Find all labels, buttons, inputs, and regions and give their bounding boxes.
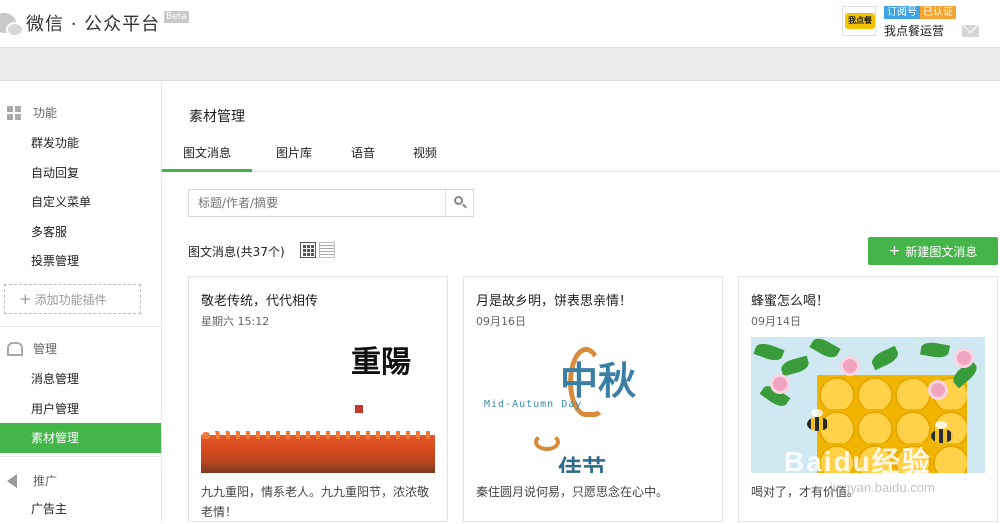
subscription-badge: 订阅号 — [884, 6, 920, 19]
page-title: 素材管理 — [189, 109, 245, 125]
leaf — [869, 345, 901, 371]
new-article-label: 新建图文消息 — [905, 244, 978, 259]
plus-icon: + — [19, 290, 32, 308]
tray-icon — [7, 341, 23, 356]
flower — [843, 359, 857, 373]
add-plugin-button[interactable]: + 添加功能插件 — [4, 284, 141, 314]
leaf — [919, 340, 951, 360]
leaf — [753, 340, 785, 364]
autumn-trees — [201, 431, 435, 473]
sidebar-item-auto-reply[interactable]: 自动回复 — [0, 158, 161, 188]
account-avatar[interactable]: 我点餐 — [842, 6, 876, 36]
bee — [807, 417, 829, 431]
tab-news[interactable]: 图文消息 — [162, 142, 252, 172]
sidebar-item-advertiser[interactable]: 广告主 — [0, 494, 161, 524]
sidebar-section-manage: 管理 — [0, 340, 57, 357]
tab-bar: 图文消息 图片库 语音 视频 — [162, 142, 1000, 172]
search-button[interactable] — [445, 190, 473, 216]
wechat-icon — [0, 8, 22, 38]
account-name[interactable]: 我点餐运营 — [884, 22, 944, 39]
leaf — [779, 355, 811, 377]
seal-stamp — [355, 405, 363, 413]
article-card[interactable]: 月是故乡明，饼表思亲情！ 09月16日 Mid-Autumn Day 中秋 佳节… — [463, 276, 723, 522]
sidebar-item-vote[interactable]: 投票管理 — [0, 246, 161, 276]
sidebar-divider — [0, 326, 161, 327]
card-title[interactable]: 敬老传统，代代相传 — [201, 290, 318, 309]
cover-calligraphy: 重陽 — [351, 345, 411, 380]
flower — [957, 351, 971, 365]
sidebar-section-label: 管理 — [33, 342, 58, 356]
search-box — [188, 189, 474, 217]
cover-ornament — [534, 433, 560, 451]
flower — [931, 383, 945, 397]
top-bar: 微信 · 公众平台 Beta 我点餐 订阅号 已认证 我点餐运营 — [0, 0, 1000, 48]
bee-wing — [935, 421, 947, 429]
tab-video[interactable]: 视频 — [400, 142, 450, 172]
list-view-icon[interactable] — [319, 242, 335, 258]
item-count: 图文消息(共37个) — [188, 245, 285, 259]
sidebar-section-label: 功能 — [33, 106, 58, 120]
cover-calligraphy-small: 佳节 — [558, 454, 606, 473]
megaphone-icon — [7, 473, 17, 488]
grid-icon — [7, 105, 23, 120]
verified-badge: 已认证 — [920, 6, 956, 19]
logo-text: 微信 · 公众平台 — [26, 14, 161, 35]
avatar-logo-text: 我点餐 — [845, 13, 875, 29]
sidebar-item-users[interactable]: 用户管理 — [0, 394, 161, 424]
sidebar-section-function: 功能 — [0, 104, 57, 121]
card-date: 09月16日 — [476, 315, 526, 328]
sidebar-section-label: 推广 — [33, 474, 58, 488]
tab-voice[interactable]: 语音 — [338, 142, 388, 172]
beta-badge: Beta — [164, 11, 189, 23]
baidu-watermark: Baidu经验 — [784, 446, 932, 477]
mail-icon[interactable] — [962, 25, 979, 37]
card-cover-image: 重陽 — [201, 337, 435, 473]
card-cover-image: Mid-Autumn Day 中秋 佳节 — [476, 337, 710, 473]
sidebar-item-mass-send[interactable]: 群发功能 — [0, 128, 161, 158]
flower — [773, 377, 787, 391]
card-description: 秦住圆月说何易，只愿思念在心中。 — [476, 485, 669, 499]
search-icon-handle — [462, 203, 467, 209]
card-description: 九九重阳，情系老人。九九重阳节，浓浓敬老情！ — [201, 485, 430, 519]
add-plugin-label: 添加功能插件 — [34, 293, 107, 307]
sidebar: 功能 群发功能 自动回复 自定义菜单 多客服 投票管理 + 添加功能插件 管理 消… — [0, 82, 162, 522]
tab-images[interactable]: 图片库 — [258, 142, 330, 172]
sidebar-item-customer-service[interactable]: 多客服 — [0, 217, 161, 247]
leaf — [809, 337, 841, 362]
wechat-logo[interactable]: 微信 · 公众平台 Beta — [0, 8, 189, 38]
card-title[interactable]: 月是故乡明，饼表思亲情！ — [476, 290, 632, 309]
sidebar-item-messages[interactable]: 消息管理 — [0, 364, 161, 394]
sidebar-item-materials[interactable]: 素材管理 — [0, 423, 161, 453]
search-input[interactable] — [189, 190, 443, 216]
sidebar-item-custom-menu[interactable]: 自定义菜单 — [0, 187, 161, 217]
bee-wing — [811, 409, 823, 417]
sidebar-divider — [0, 456, 161, 457]
baidu-watermark-url: jingyan.baidu.com — [830, 480, 935, 495]
cover-calligraphy: 中秋 — [560, 358, 637, 403]
article-card[interactable]: 敬老传统，代代相传 星期六 15:12 重陽 九九重阳，情系老人。九九重阳节，浓… — [188, 276, 448, 522]
plus-icon: + — [888, 243, 901, 259]
card-title[interactable]: 蜂蜜怎么喝！ — [751, 290, 829, 309]
card-date: 09月14日 — [751, 315, 801, 328]
notice-bar — [0, 48, 1000, 81]
sidebar-section-promotion: 推广 — [0, 472, 57, 489]
bee — [931, 429, 953, 443]
grid-view-icon[interactable] — [300, 242, 316, 258]
new-article-button[interactable]: + 新建图文消息 — [868, 237, 998, 265]
card-date: 星期六 15:12 — [201, 315, 270, 328]
